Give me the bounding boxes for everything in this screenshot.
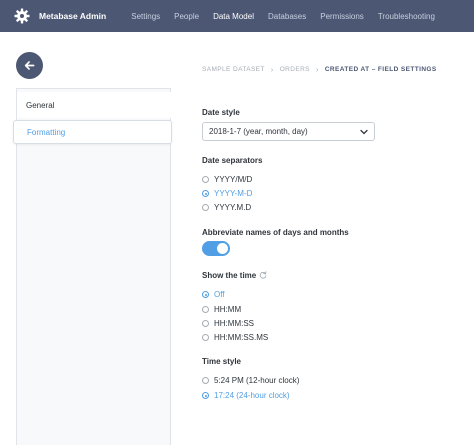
option-label: HH:MM:SS.MS (214, 333, 269, 342)
show-time-label: Show the time (202, 271, 257, 280)
brand-title: Metabase Admin (39, 11, 107, 21)
back-button[interactable] (16, 52, 43, 79)
radio-button[interactable] (202, 392, 209, 399)
radio-button[interactable] (202, 291, 209, 298)
radio-button[interactable] (202, 320, 209, 327)
sidebar-item-formatting[interactable]: Formatting (13, 120, 172, 144)
chevron-down-icon (360, 129, 368, 135)
date-style-label: Date style (202, 108, 240, 117)
toggle-knob (217, 243, 228, 254)
brand[interactable]: Metabase Admin (14, 8, 106, 24)
radio-button[interactable] (202, 334, 209, 341)
date-separators-label: Date separators (202, 156, 263, 165)
option-label: HH:MM (214, 305, 242, 314)
sidebar: General Formatting (13, 88, 172, 445)
nav-link-people[interactable]: People (174, 12, 199, 21)
option-label: 5:24 PM (12-hour clock) (214, 376, 300, 385)
time-option-hhmm[interactable]: HH:MM (202, 305, 241, 314)
breadcrumb-current: CREATED AT – FIELD SETTINGS (324, 66, 437, 73)
time-option-off[interactable]: Off (202, 290, 225, 299)
top-nav: Metabase Admin Settings People Data Mode… (0, 0, 474, 32)
nav-link-data-model[interactable]: Data Model (213, 12, 254, 21)
radio-button[interactable] (202, 190, 209, 197)
refresh-icon[interactable] (259, 271, 267, 279)
sidebar-item-general[interactable]: General (17, 92, 172, 118)
radio-button[interactable] (202, 377, 209, 384)
option-label: 17:24 (24-hour clock) (214, 391, 290, 400)
nav-link-permissions[interactable]: Permissions (320, 12, 364, 21)
option-label: YYYY.M.D (214, 203, 252, 212)
nav-link-settings[interactable]: Settings (131, 12, 160, 21)
option-label: YYYY-M-D (214, 189, 253, 198)
date-style-value: 2018-1-7 (year, month, day) (209, 127, 308, 136)
date-style-select[interactable]: 2018-1-7 (year, month, day) (202, 122, 375, 141)
separator-option-slash[interactable]: YYYY/M/D (202, 175, 252, 184)
time-style-12h[interactable]: 5:24 PM (12-hour clock) (202, 376, 299, 385)
nav-links: Settings People Data Model Databases Per… (131, 12, 449, 21)
option-label: HH:MM:SS (214, 319, 254, 328)
separator-option-dot[interactable]: YYYY.M.D (202, 203, 251, 212)
time-style-24h[interactable]: 17:24 (24-hour clock) (202, 391, 290, 400)
time-style-label: Time style (202, 357, 241, 366)
abbreviate-label: Abbreviate names of days and months (202, 228, 349, 237)
abbreviate-toggle[interactable] (202, 241, 230, 256)
gear-icon (14, 8, 30, 24)
time-option-hhmmss[interactable]: HH:MM:SS (202, 319, 254, 328)
nav-link-databases[interactable]: Databases (268, 12, 306, 21)
breadcrumb-dataset[interactable]: SAMPLE DATASET (202, 66, 265, 73)
breadcrumb-table[interactable]: ORDERS (280, 66, 310, 73)
separator-option-dash[interactable]: YYYY-M-D (202, 189, 252, 198)
option-label: YYYY/M/D (214, 175, 253, 184)
option-label: Off (214, 290, 225, 299)
chevron-right-icon: › (315, 65, 319, 74)
arrow-left-icon (24, 61, 35, 70)
chevron-right-icon: › (270, 65, 274, 74)
radio-button[interactable] (202, 176, 209, 183)
breadcrumb: SAMPLE DATASET › ORDERS › CREATED AT – F… (202, 65, 437, 74)
radio-button[interactable] (202, 204, 209, 211)
time-option-hhmmssms[interactable]: HH:MM:SS.MS (202, 333, 268, 342)
radio-button[interactable] (202, 306, 209, 313)
nav-link-troubleshooting[interactable]: Troubleshooting (378, 12, 435, 21)
